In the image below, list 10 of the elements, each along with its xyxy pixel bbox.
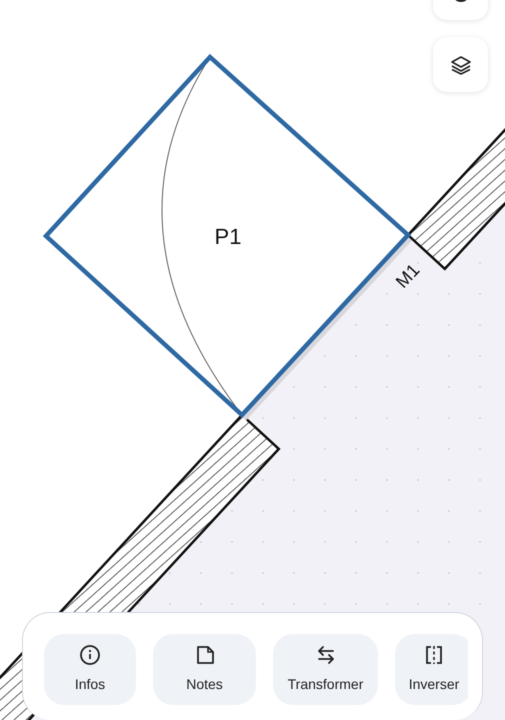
flip-icon [423, 644, 445, 666]
toolbar-button[interactable]: Infos [44, 634, 136, 705]
layers-button[interactable] [433, 37, 488, 92]
door-label: P1 [214, 224, 242, 249]
toolbar-button[interactable]: Inverser [395, 634, 468, 705]
toolbar-button[interactable]: Transformer [273, 634, 378, 705]
toolbar-button[interactable]: Notes [153, 634, 256, 705]
wall-label: M1 [392, 260, 424, 292]
info-icon [79, 644, 101, 666]
layers-icon [450, 54, 472, 74]
